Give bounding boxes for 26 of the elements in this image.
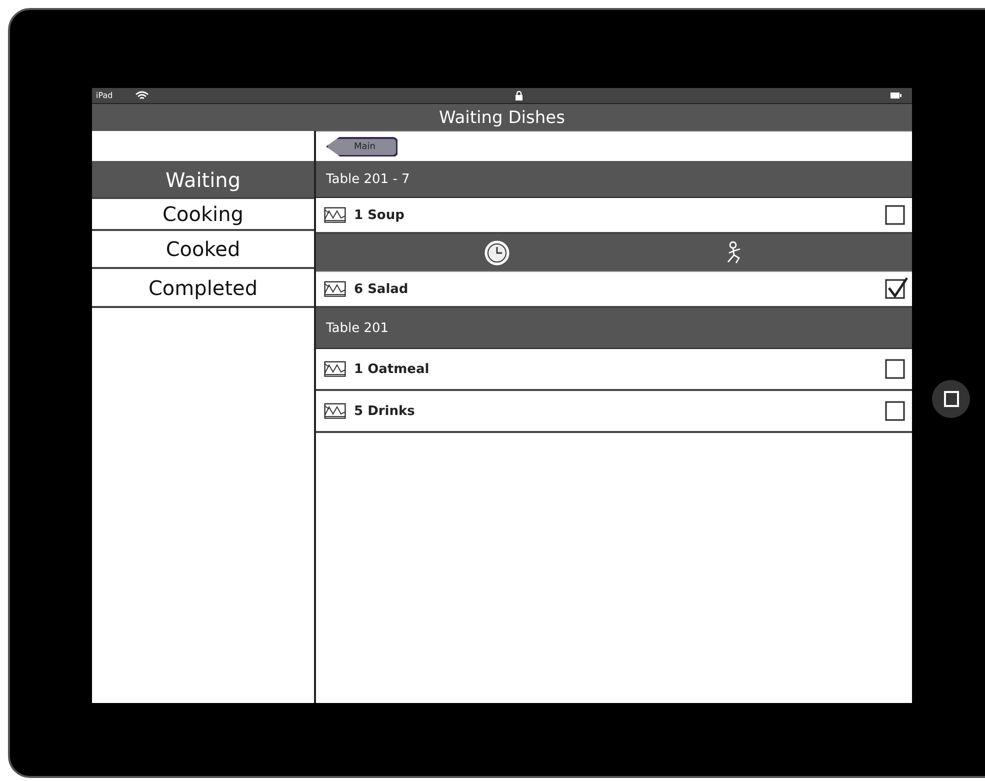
carrier-label: iPad xyxy=(96,91,113,100)
image-icon xyxy=(324,207,346,223)
section-header: Table 201 - 7 xyxy=(326,172,410,186)
sidebar-item[interactable]: Completed xyxy=(92,269,314,308)
wifi-icon xyxy=(134,91,149,100)
sidebar-item[interactable]: Cooking xyxy=(92,199,314,231)
sidebar-item[interactable]: Cooked xyxy=(92,231,314,269)
dish-label: 5 Drinks xyxy=(354,404,416,418)
checkbox[interactable] xyxy=(884,203,908,227)
image-icon xyxy=(324,361,346,377)
lock-icon xyxy=(515,90,524,100)
clock-icon[interactable] xyxy=(484,240,510,266)
dish-label: 1 Soup xyxy=(354,208,406,222)
window-title: Waiting Dishes xyxy=(92,104,912,131)
back-button[interactable]: Main xyxy=(326,136,398,156)
sidebar-item[interactable]: Waiting xyxy=(92,163,314,199)
section-header: Table 201 xyxy=(326,320,389,336)
image-icon xyxy=(324,403,346,419)
checkbox[interactable] xyxy=(884,357,908,381)
checkbox[interactable] xyxy=(884,277,908,301)
dish-label: 6 Salad xyxy=(354,282,410,296)
home-button[interactable] xyxy=(932,380,970,418)
dish-label: 1 Oatmeal xyxy=(354,362,430,376)
checkbox[interactable] xyxy=(884,399,908,423)
image-icon xyxy=(324,281,346,297)
battery-icon xyxy=(890,92,902,99)
